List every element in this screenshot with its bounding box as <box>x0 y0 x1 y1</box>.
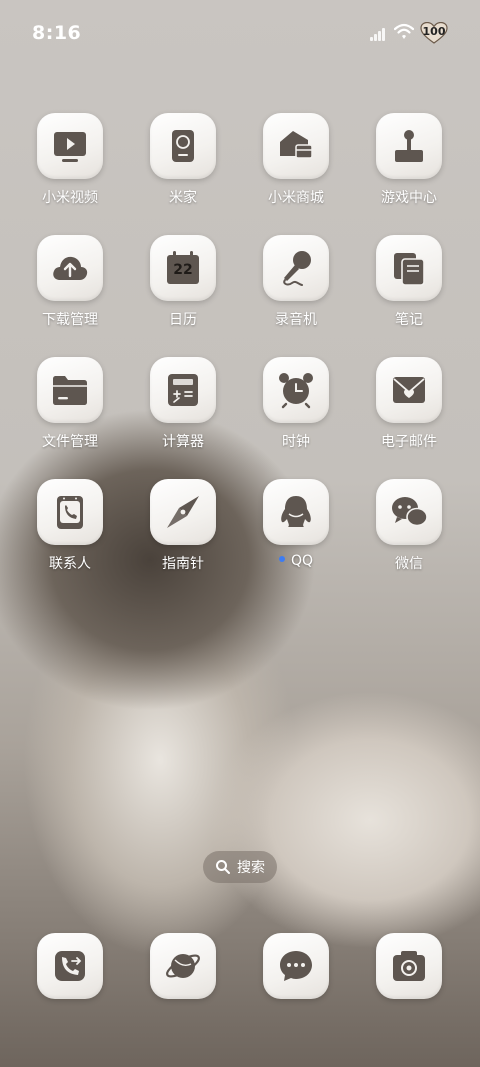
new-install-dot <box>278 556 285 562</box>
qq-penguin-icon <box>263 479 329 545</box>
app-label: 微信 <box>395 556 423 572</box>
app-label: 指南针 <box>162 556 204 572</box>
app-label: 游戏中心 <box>381 190 437 206</box>
app-xiaomi-video[interactable]: 小米视频 <box>20 113 120 207</box>
compass-icon <box>150 479 216 545</box>
wechat-chat-icon <box>376 479 442 545</box>
wifi-icon <box>394 23 414 39</box>
mail-icon <box>376 357 442 423</box>
calculator-icon <box>150 357 216 423</box>
app-label: 联系人 <box>49 556 91 572</box>
dock-phone[interactable] <box>20 933 120 999</box>
app-label: 下载管理 <box>42 312 98 328</box>
search-icon <box>216 860 230 874</box>
app-label: 文件管理 <box>42 434 98 450</box>
messages-icon <box>263 933 329 999</box>
app-label: 电子邮件 <box>381 434 437 450</box>
cloud-upload-icon <box>37 235 103 301</box>
app-label: 笔记 <box>395 312 423 328</box>
shopping-mall-icon <box>263 113 329 179</box>
app-label: 日历 <box>169 312 197 328</box>
video-player-icon <box>37 113 103 179</box>
alarm-clock-icon <box>263 357 329 423</box>
app-label-text: QQ <box>290 553 314 569</box>
app-xiaomi-mall[interactable]: 小米商城 <box>246 113 346 207</box>
cellular-signal-icon <box>370 27 388 41</box>
app-game-center[interactable]: 游戏中心 <box>359 113 459 207</box>
app-recorder[interactable]: 录音机 <box>246 235 346 329</box>
app-wechat[interactable]: 微信 <box>359 479 459 573</box>
dock-messages[interactable] <box>246 933 346 999</box>
app-mijia[interactable]: 米家 <box>133 113 233 207</box>
battery-icon: 100 <box>420 21 448 44</box>
search-button[interactable]: 搜索 <box>203 851 277 883</box>
app-notes[interactable]: 笔记 <box>359 235 459 329</box>
status-time: 8:16 <box>32 22 82 44</box>
calendar-icon: 22 <box>150 235 216 301</box>
app-qq[interactable]: QQ <box>246 479 346 569</box>
phone-icon <box>37 933 103 999</box>
folder-icon <box>37 357 103 423</box>
app-label: 小米商城 <box>268 190 324 206</box>
app-download-manager[interactable]: 下载管理 <box>20 235 120 329</box>
search-label: 搜索 <box>237 860 265 876</box>
app-file-manager[interactable]: 文件管理 <box>20 357 120 451</box>
browser-planet-icon <box>150 933 216 999</box>
app-calculator[interactable]: 计算器 <box>133 357 233 451</box>
mijia-device-icon <box>150 113 216 179</box>
status-bar: 8:16 100 <box>0 0 480 64</box>
app-email[interactable]: 电子邮件 <box>359 357 459 451</box>
app-label: 时钟 <box>282 434 310 450</box>
app-label: 米家 <box>169 190 197 206</box>
microphone-icon <box>263 235 329 301</box>
joystick-icon <box>376 113 442 179</box>
app-label: QQ <box>246 553 346 569</box>
dock-camera[interactable] <box>359 933 459 999</box>
notes-icon <box>376 235 442 301</box>
app-clock[interactable]: 时钟 <box>246 357 346 451</box>
app-label: 小米视频 <box>42 190 98 206</box>
battery-level: 100 <box>422 25 446 38</box>
app-compass[interactable]: 指南针 <box>133 479 233 573</box>
dock-browser[interactable] <box>133 933 233 999</box>
camera-icon <box>376 933 442 999</box>
app-contacts[interactable]: 联系人 <box>20 479 120 573</box>
app-label: 计算器 <box>162 434 204 450</box>
app-calendar[interactable]: 22 日历 <box>133 235 233 329</box>
calendar-date: 22 <box>173 262 193 278</box>
app-label: 录音机 <box>275 312 317 328</box>
contact-phone-icon <box>37 479 103 545</box>
